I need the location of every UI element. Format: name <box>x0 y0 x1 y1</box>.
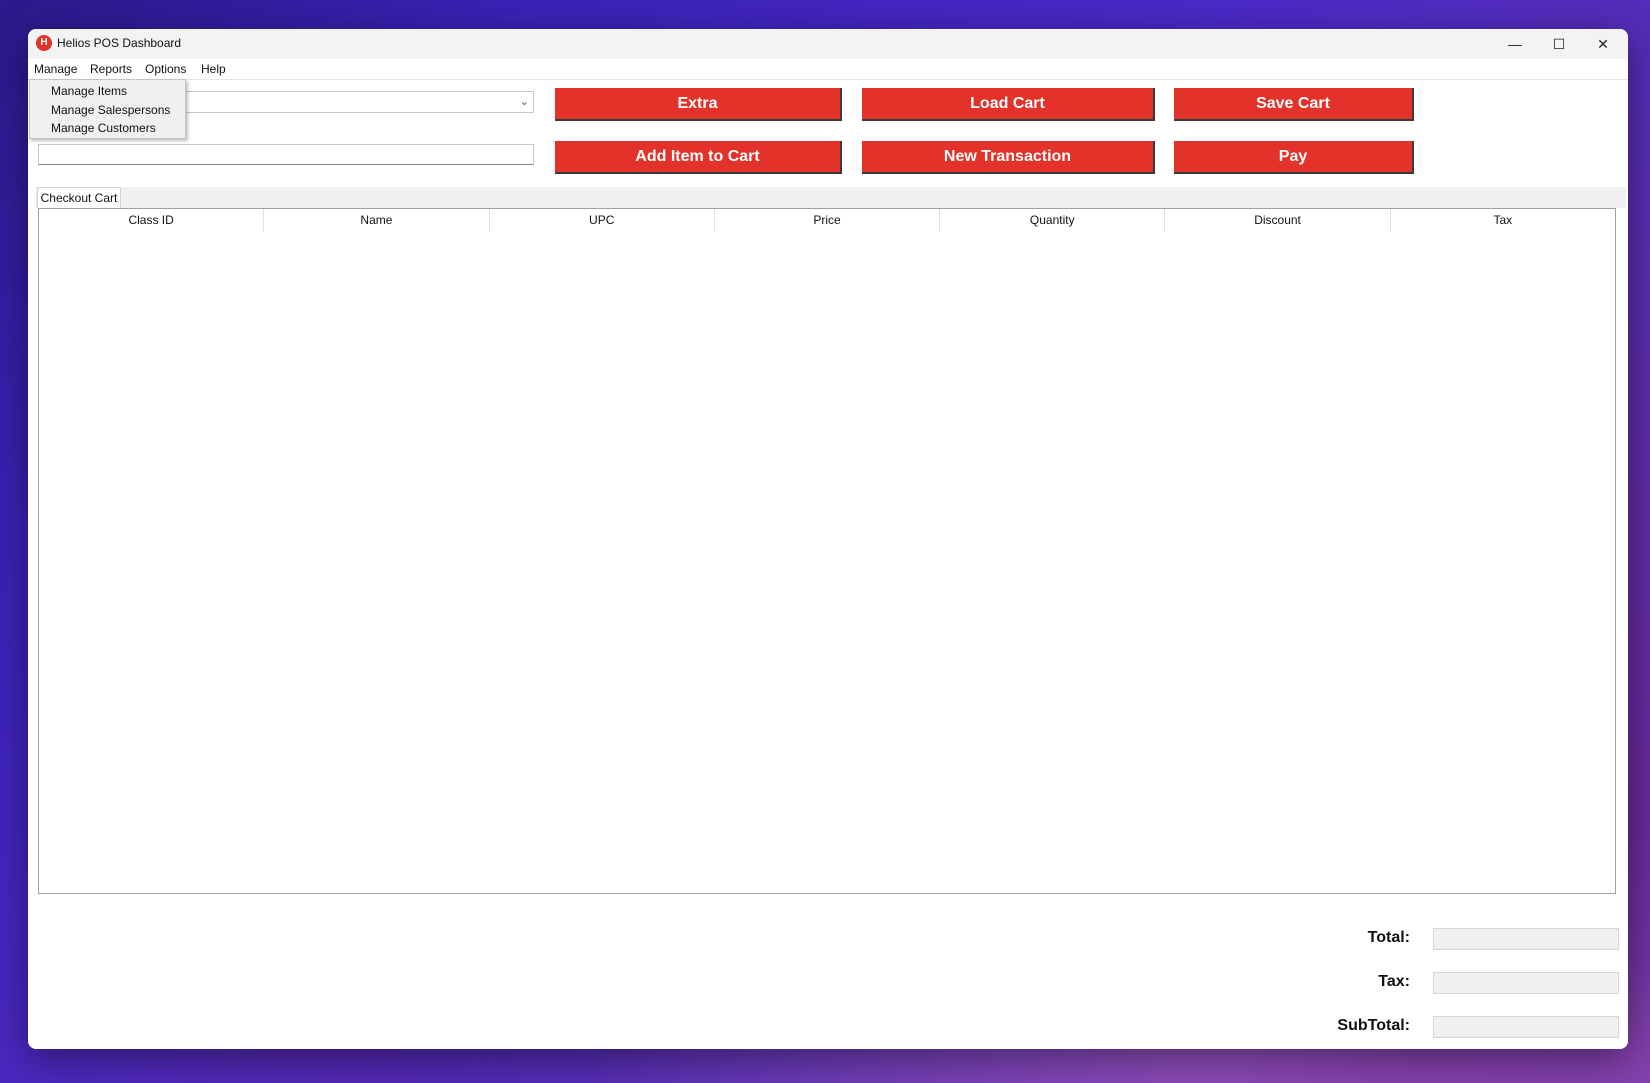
tax-label: Tax: <box>1378 973 1410 990</box>
menu-reports[interactable]: Reports <box>90 62 132 76</box>
column-header-tax[interactable]: Tax <box>1391 209 1615 232</box>
column-header-name[interactable]: Name <box>264 209 490 232</box>
column-header-class-id[interactable]: Class ID <box>39 209 265 232</box>
tax-field <box>1433 972 1619 994</box>
column-header-quantity[interactable]: Quantity <box>940 209 1166 232</box>
menu-item-manage-customers[interactable]: Manage Customers <box>51 121 156 135</box>
checkout-cart-table[interactable]: Class ID Name UPC Price Quantity Discoun… <box>38 208 1616 894</box>
total-label: Total: <box>1367 929 1410 946</box>
chevron-down-icon[interactable]: ⌄ <box>520 95 529 108</box>
menu-help[interactable]: Help <box>201 62 226 76</box>
total-field <box>1433 928 1619 950</box>
manage-dropdown-menu: Manage Items Manage Salespersons Manage … <box>29 79 186 139</box>
column-header-price[interactable]: Price <box>715 209 941 232</box>
pos-window: H Helios POS Dashboard — ☐ ✕ Manage Repo… <box>28 29 1628 1049</box>
pay-button[interactable]: Pay <box>1174 141 1414 174</box>
close-button[interactable]: ✕ <box>1580 29 1626 59</box>
menu-item-manage-items[interactable]: Manage Items <box>51 84 127 98</box>
column-header-upc[interactable]: UPC <box>490 209 715 232</box>
tab-checkout-cart[interactable]: Checkout Cart <box>37 187 121 208</box>
menu-bar: Manage Reports Options Help <box>28 59 1628 80</box>
item-input-field[interactable] <box>38 144 534 165</box>
app-logo-icon: H <box>36 35 52 51</box>
add-item-to-cart-button[interactable]: Add Item to Cart <box>555 141 842 174</box>
maximize-button[interactable]: ☐ <box>1536 29 1582 59</box>
table-header-row: Class ID Name UPC Price Quantity Discoun… <box>39 209 1615 232</box>
window-title: Helios POS Dashboard <box>57 36 182 50</box>
menu-options[interactable]: Options <box>145 62 186 76</box>
menu-item-manage-salespersons[interactable]: Manage Salespersons <box>51 103 170 117</box>
subtotal-label: SubTotal: <box>1337 1017 1410 1034</box>
column-header-discount[interactable]: Discount <box>1165 209 1391 232</box>
minimize-button[interactable]: — <box>1492 29 1538 59</box>
title-bar[interactable]: H Helios POS Dashboard — ☐ ✕ <box>28 29 1628 59</box>
save-cart-button[interactable]: Save Cart <box>1174 88 1414 121</box>
subtotal-field <box>1433 1016 1619 1038</box>
load-cart-button[interactable]: Load Cart <box>862 88 1155 121</box>
menu-manage[interactable]: Manage <box>34 62 77 76</box>
extra-button[interactable]: Extra <box>555 88 842 121</box>
tab-strip <box>36 187 1626 208</box>
new-transaction-button[interactable]: New Transaction <box>862 141 1155 174</box>
